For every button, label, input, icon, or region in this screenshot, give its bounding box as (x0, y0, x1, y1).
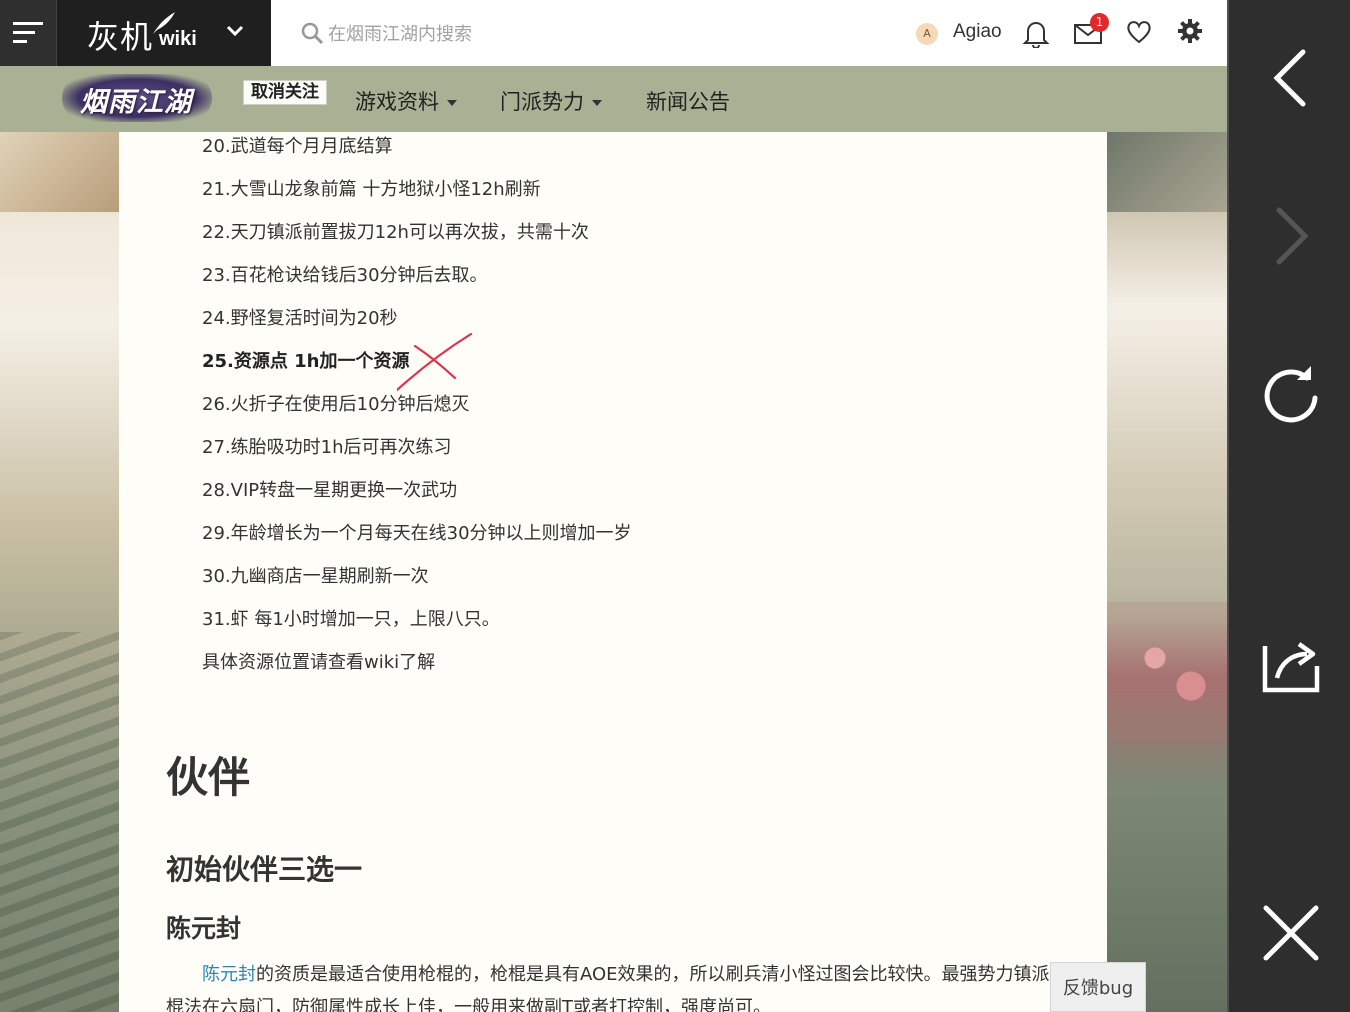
username-link[interactable]: Agiao (953, 21, 1002, 43)
background-art-left (0, 132, 119, 1012)
character-heading: 陈元封 (166, 914, 242, 943)
avatar[interactable]: A (916, 23, 938, 45)
search-input[interactable]: 在烟雨江湖内搜索 (328, 20, 472, 46)
refresh-icon (1264, 366, 1317, 423)
list-item: 具体资源位置请查看wiki了解 (202, 652, 436, 673)
nav-item-game-data[interactable]: 游戏资料 (355, 86, 457, 116)
subsection-heading: 初始伙伴三选一 (166, 853, 363, 886)
list-item: 29.年龄增长为一个月每天在线30分钟以上则增加一岁 (202, 523, 632, 544)
wiki-navbar: 烟雨江湖 取消关注 游戏资料 门派势力 新闻公告 (0, 66, 1227, 132)
wiki-logo[interactable]: 烟雨江湖 (62, 74, 212, 122)
list-item: 26.火折子在使用后10分钟后熄灭 (202, 394, 470, 415)
wiki-logo-text: 烟雨江湖 (80, 87, 192, 118)
nav-item-news[interactable]: 新闻公告 (646, 86, 730, 116)
background-art-right (1107, 132, 1227, 1012)
section-heading-partner: 伙伴 (166, 753, 251, 802)
list-item: 22.天刀镇派前置拔刀12h可以再次拔，共需十次 (202, 222, 589, 243)
browser-control-panel (1227, 0, 1350, 1012)
share-button[interactable] (1229, 634, 1350, 694)
chevron-right-icon (1276, 207, 1309, 265)
article-content: 20.武道每个月月底结算 21.大雪山龙象前篇 十方地狱小怪12h刷新 22.天… (119, 132, 1107, 1012)
gear-icon[interactable] (1177, 18, 1203, 44)
nav-item-factions[interactable]: 门派势力 (500, 86, 602, 116)
bell-icon[interactable] (1022, 18, 1050, 48)
character-description-text: 的资质是最适合使用枪棍的，枪棍是具有AOE效果的，所以刷兵清小怪过图会比较快。最… (166, 964, 1050, 1012)
share-icon (1262, 642, 1319, 693)
handwritten-cross-annotation (397, 332, 473, 392)
reload-button[interactable] (1229, 364, 1350, 426)
list-item: 25.资源点 1h加一个资源 (202, 351, 410, 372)
list-item: 30.九幽商店一星期刷新一次 (202, 566, 429, 587)
site-logo-switcher[interactable]: 灰机 wiki (56, 0, 271, 66)
site-header: 灰机 wiki 在烟雨江湖内搜索 A Agiao 1 (0, 0, 1227, 66)
site-logo-text: 灰机 (87, 18, 154, 56)
forward-button[interactable] (1229, 206, 1350, 266)
search-box[interactable]: 在烟雨江湖内搜索 (300, 18, 700, 48)
site-logo-suffix: wiki (159, 28, 197, 50)
chevron-down-icon[interactable] (225, 20, 245, 40)
list-item: 31.虾 每1小时增加一只，上限八只。 (202, 609, 500, 630)
search-icon[interactable] (300, 21, 324, 45)
close-icon (1263, 905, 1318, 961)
character-description: 陈元封的资质是最适合使用枪棍的，枪棍是具有AOE效果的，所以刷兵清小怪过图会比较… (166, 958, 1056, 1012)
caret-down-icon (592, 99, 602, 106)
close-button[interactable] (1229, 904, 1350, 962)
list-item: 24.野怪复活时间为20秒 (202, 308, 398, 329)
list-item: 21.大雪山龙象前篇 十方地狱小怪12h刷新 (202, 179, 541, 200)
hamburger-menu-button[interactable] (0, 0, 56, 66)
caret-down-icon (447, 99, 457, 106)
unfollow-button[interactable]: 取消关注 (243, 80, 327, 105)
list-item: 20.武道每个月月底结算 (202, 136, 393, 157)
list-item: 27.练胎吸功时1h后可再次练习 (202, 437, 452, 458)
feedback-bug-button[interactable]: 反馈bug (1050, 962, 1146, 1012)
list-item: 28.VIP转盘一星期更换一次武功 (202, 480, 458, 501)
heart-icon[interactable] (1125, 19, 1153, 45)
back-button[interactable] (1229, 48, 1350, 108)
chevron-left-icon (1272, 49, 1305, 107)
character-link[interactable]: 陈元封 (202, 964, 256, 985)
mail-count-badge: 1 (1090, 13, 1109, 32)
hamburger-icon (13, 22, 43, 43)
list-item: 23.百花枪诀给钱后30分钟后去取。 (202, 265, 488, 286)
